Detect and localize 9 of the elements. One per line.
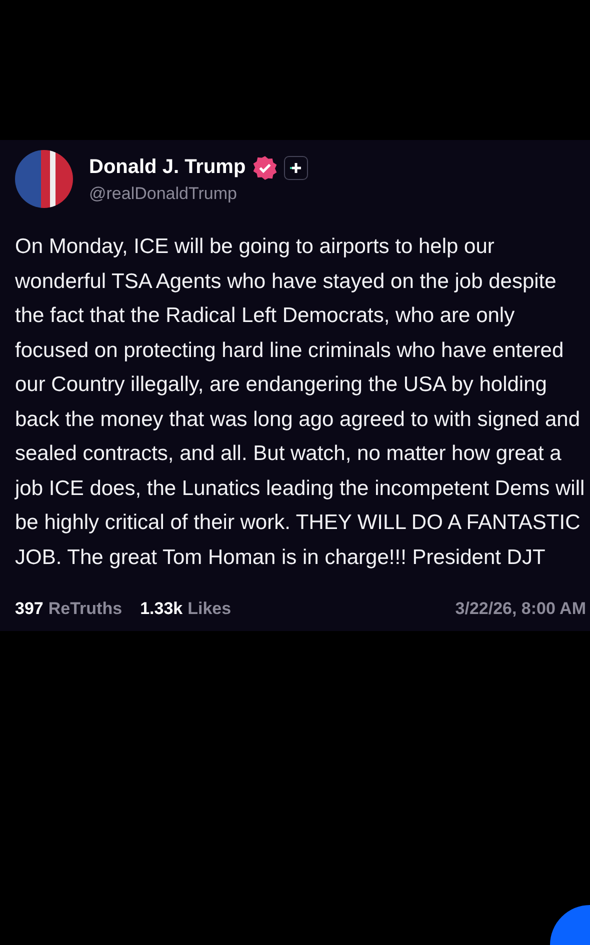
stat-count: 1.33k (140, 599, 183, 619)
post-text: On Monday, ICE will be going to airports to help our wonderful TSA Agents who have stayed on the job despite the fact that the Radical Left Democrats, who are only focused on protecting hard line criminals who have entered our Country illegally, are endangering the USA by holding back the money that was long ago agreed to with signed and sealed contracts, and all. But watch, no matter how great a job ICE does, the Lunatics leading the incompetent Dems will be highly critical of their work. THEY WILL DO A FANTASTIC JOB. The great Tom Homan is in charge!!! President DJT (15, 234, 586, 570)
stat-label[interactable]: Likes (188, 599, 232, 619)
author-name[interactable]: Donald J. Trump (89, 156, 246, 179)
author-handle[interactable]: @realDonaldTrump (89, 184, 308, 204)
plus-icon[interactable] (284, 156, 308, 180)
post-timestamp: 3/22/26, 8:00 AM (455, 599, 586, 619)
stat-label[interactable]: ReTruths (48, 599, 122, 619)
stat-count: 397 (15, 599, 44, 619)
